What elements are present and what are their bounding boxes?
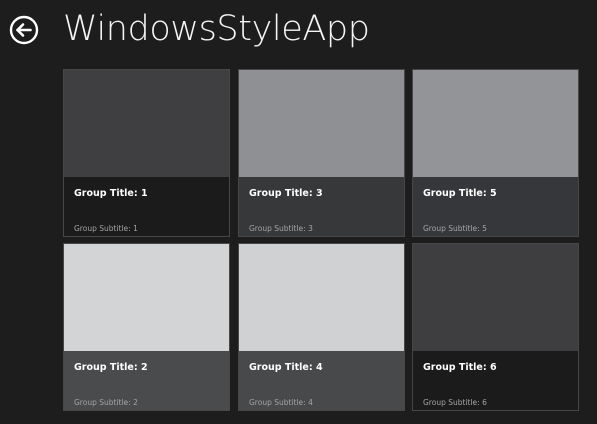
group-title: Group Title: 5: [423, 188, 497, 199]
group-tile-1[interactable]: Group Title: 1 Group Subtitle: 1: [63, 69, 230, 237]
group-subtitle: Group Subtitle: 2: [74, 398, 138, 407]
group-subtitle: Group Subtitle: 5: [423, 224, 487, 233]
group-tile-6[interactable]: Group Title: 6 Group Subtitle: 6: [412, 243, 579, 411]
group-image: [413, 244, 578, 351]
group-subtitle: Group Subtitle: 3: [249, 224, 313, 233]
group-title: Group Title: 1: [74, 188, 148, 199]
group-tile-2[interactable]: Group Title: 2 Group Subtitle: 2: [63, 243, 230, 411]
group-image: [239, 244, 404, 351]
group-image: [413, 70, 578, 177]
group-caption: Group Title: 5 Group Subtitle: 5: [413, 177, 578, 236]
group-caption: Group Title: 6 Group Subtitle: 6: [413, 351, 578, 410]
group-grid: Group Title: 1 Group Subtitle: 1 Group T…: [63, 69, 583, 413]
group-title: Group Title: 2: [74, 362, 148, 373]
group-tile-4[interactable]: Group Title: 4 Group Subtitle: 4: [238, 243, 405, 411]
group-subtitle: Group Subtitle: 6: [423, 398, 487, 407]
group-title: Group Title: 4: [249, 362, 323, 373]
group-tile-5[interactable]: Group Title: 5 Group Subtitle: 5: [412, 69, 579, 237]
group-caption: Group Title: 1 Group Subtitle: 1: [64, 177, 229, 236]
back-arrow-circle-icon: [9, 15, 39, 45]
group-tile-3[interactable]: Group Title: 3 Group Subtitle: 3: [238, 69, 405, 237]
group-subtitle: Group Subtitle: 1: [74, 224, 138, 233]
group-image: [64, 70, 229, 177]
group-title: Group Title: 6: [423, 362, 497, 373]
group-caption: Group Title: 2 Group Subtitle: 2: [64, 351, 229, 410]
app-window: WindowsStyleApp Group Title: 1 Group Sub…: [0, 0, 597, 424]
group-image: [64, 244, 229, 351]
group-subtitle: Group Subtitle: 4: [249, 398, 313, 407]
group-image: [239, 70, 404, 177]
group-title: Group Title: 3: [249, 188, 323, 199]
group-caption: Group Title: 4 Group Subtitle: 4: [239, 351, 404, 410]
back-button[interactable]: [9, 15, 39, 45]
group-caption: Group Title: 3 Group Subtitle: 3: [239, 177, 404, 236]
page-title: WindowsStyleApp: [63, 9, 370, 49]
